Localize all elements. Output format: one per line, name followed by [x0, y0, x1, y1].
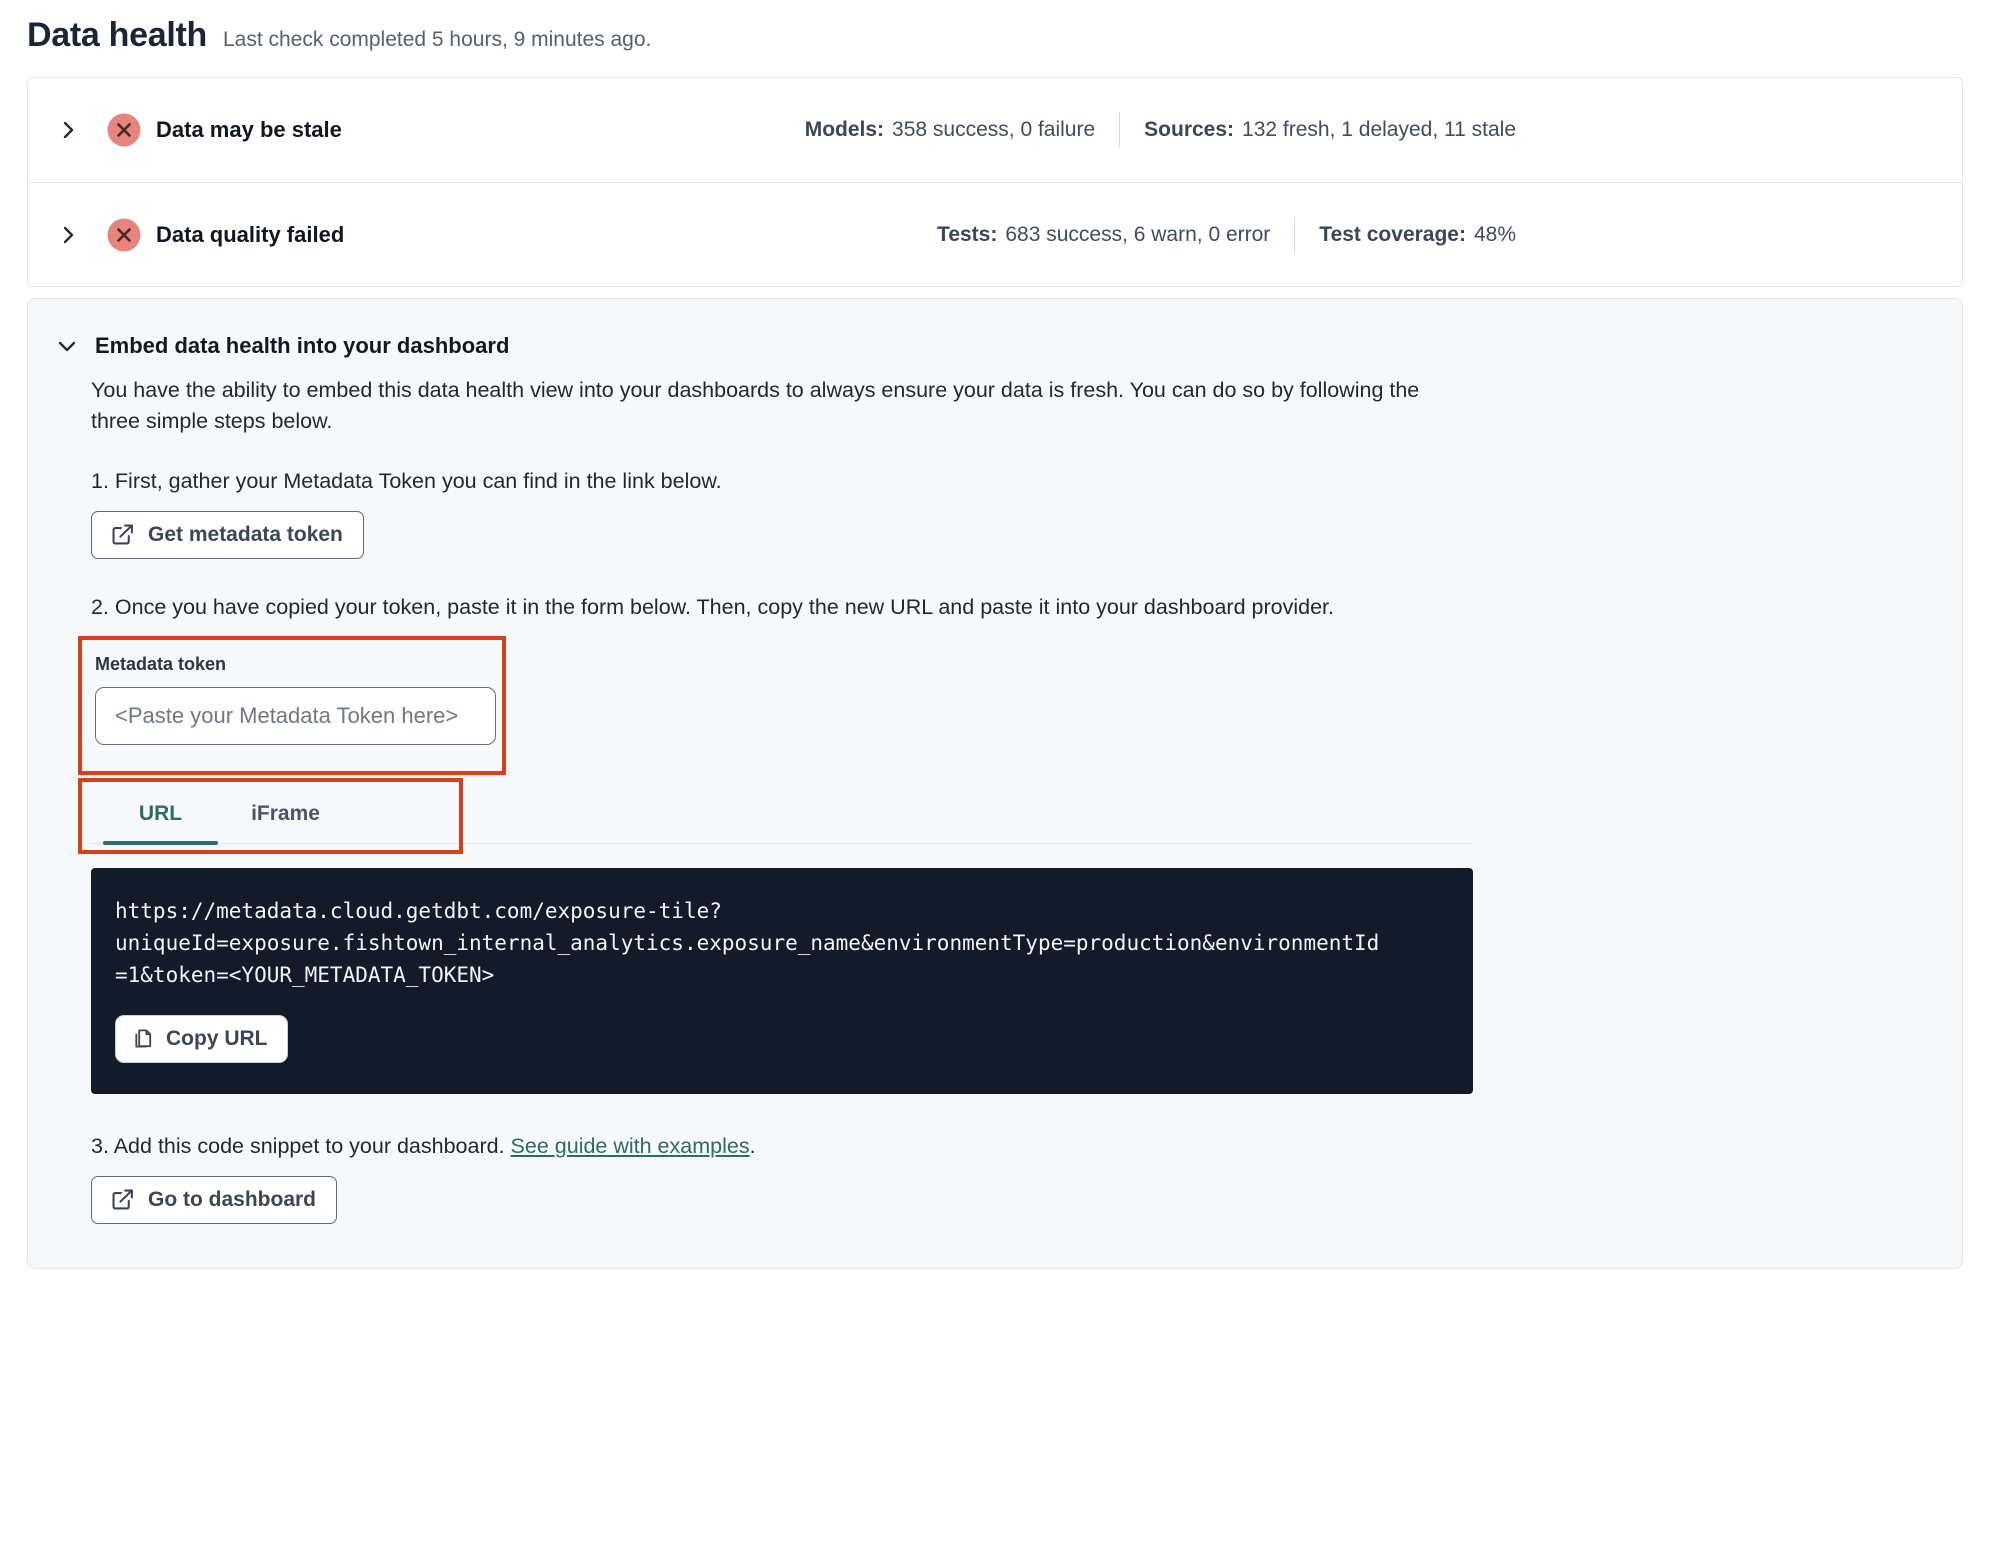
button-label: Copy URL: [166, 1026, 268, 1050]
external-link-icon: [110, 1187, 135, 1212]
chevron-down-icon[interactable]: [55, 334, 79, 358]
tabs-row: URL iFrame: [91, 783, 1473, 845]
go-to-dashboard-button[interactable]: Go to dashboard: [91, 1176, 337, 1224]
status-row-stats: Models: 358 success, 0 failure Sources: …: [805, 112, 1516, 148]
stat-label: Sources:: [1144, 118, 1235, 141]
chevron-right-icon[interactable]: [56, 118, 80, 142]
page-header: Data health Last check completed 5 hours…: [0, 0, 1990, 55]
step-3-prefix: 3. Add this code snippet to your dashboa…: [91, 1134, 511, 1158]
tab-url[interactable]: URL: [103, 783, 218, 845]
copy-url-button[interactable]: Copy URL: [115, 1015, 288, 1063]
stat-value: 358 success, 0 failure: [892, 118, 1096, 141]
status-row-title: Data quality failed: [156, 221, 345, 247]
metadata-token-input[interactable]: [95, 687, 496, 745]
status-row-stats: Tests: 683 success, 6 warn, 0 error Test…: [937, 216, 1516, 253]
external-link-icon: [110, 522, 135, 547]
output-tabs: URL iFrame: [78, 778, 1473, 854]
get-metadata-token-button[interactable]: Get metadata token: [91, 511, 364, 559]
step-2-text: 2. Once you have copied your token, past…: [91, 595, 1334, 619]
tab-iframe[interactable]: iFrame: [228, 783, 343, 843]
page-title: Data health: [27, 16, 207, 54]
see-guide-link[interactable]: See guide with examples: [511, 1134, 750, 1158]
stat-value: 48%: [1473, 222, 1516, 246]
chevron-right-icon[interactable]: [56, 223, 80, 247]
embed-section-title: Embed data health into your dashboard: [95, 333, 510, 358]
last-check-status: Last check completed 5 hours, 9 minutes …: [222, 28, 652, 51]
step-3-suffix: .: [749, 1134, 756, 1158]
status-row-title: Data may be stale: [156, 117, 342, 142]
stat-label: Test coverage:: [1319, 222, 1466, 246]
embed-section: Embed data health into your dashboard Yo…: [27, 298, 1963, 1269]
step-3-text: 3. Add this code snippet to your dashboa…: [91, 1134, 1932, 1159]
status-row-quality[interactable]: Data quality failed Tests: 683 success, …: [28, 182, 1962, 286]
divider: [1119, 112, 1121, 148]
status-accordion: Data may be stale Models: 358 success, 0…: [27, 77, 1963, 287]
stat-value: 683 success, 6 warn, 0 error: [1005, 222, 1271, 246]
embed-url-code-block: https://metadata.cloud.getdbt.com/exposu…: [91, 868, 1473, 1094]
error-x-circle-icon: [107, 113, 141, 147]
status-row-stale[interactable]: Data may be stale Models: 358 success, 0…: [28, 78, 1962, 182]
annotation-box-token-field: Metadata token: [78, 636, 506, 775]
step-1-text: 1. First, gather your Metadata Token you…: [91, 469, 722, 493]
stat-label: Models:: [804, 118, 885, 141]
code-line: =1&token=<YOUR_METADATA_TOKEN>: [115, 963, 495, 987]
copy-icon: [132, 1026, 155, 1051]
embed-section-header[interactable]: Embed data health into your dashboard: [55, 333, 1932, 359]
metadata-token-label: Metadata token: [95, 654, 227, 674]
stat-value: 132 fresh, 1 delayed, 11 stale: [1242, 118, 1516, 141]
divider: [1294, 216, 1296, 253]
embed-description: You have the ability to embed this data …: [91, 378, 1420, 433]
button-label: Go to dashboard: [148, 1187, 316, 1211]
code-line: uniqueId=exposure.fishtown_internal_anal…: [115, 931, 1380, 955]
code-line: https://metadata.cloud.getdbt.com/exposu…: [115, 899, 722, 923]
button-label: Get metadata token: [148, 522, 343, 546]
stat-label: Tests:: [937, 222, 998, 246]
error-x-circle-icon: [107, 218, 141, 252]
